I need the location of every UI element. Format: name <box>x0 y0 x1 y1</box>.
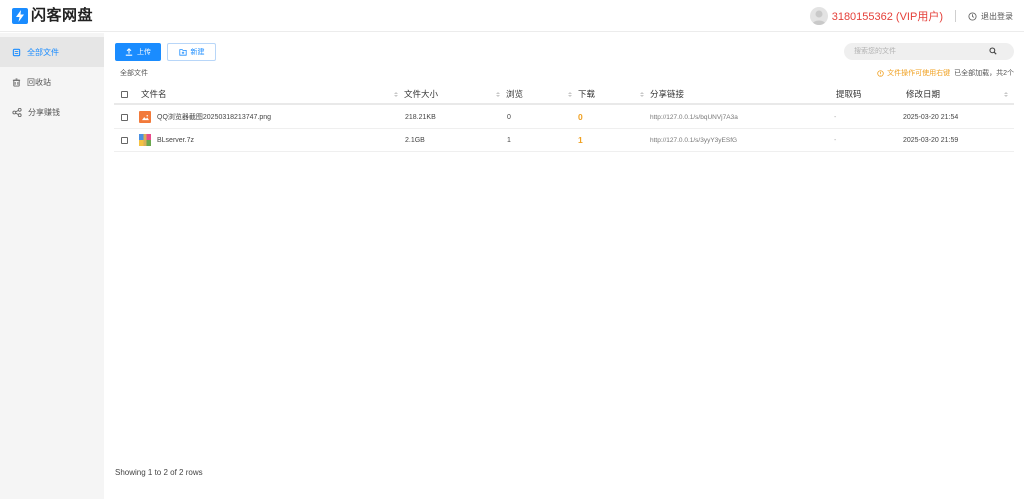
sidebar-item-share-earn[interactable]: 分享赚钱 <box>0 97 104 127</box>
user-area: 3180155362 (VIP用户) 退出登录 <box>809 0 1024 32</box>
sidebar-item-recycle-bin[interactable]: 回收站 <box>0 67 104 97</box>
sidebar: 全部文件 回收站 分享赚钱 <box>0 33 104 499</box>
table-row[interactable]: QQ浏览器截图20250318213747.png 218.21KB 0 0 h… <box>114 106 1014 129</box>
new-label: 新建 <box>190 49 205 56</box>
pagination-info: Showing 1 to 2 of 2 rows <box>115 468 203 477</box>
top-header: 闪客网盘 3180155362 (VIP用户) 退出登录 <box>0 0 1024 32</box>
user-name[interactable]: 3180155362 (VIP用户) <box>832 8 943 24</box>
logout-button[interactable]: 退出登录 <box>968 11 1013 22</box>
column-header-downloads[interactable]: 下载 <box>568 85 595 103</box>
file-name-cell[interactable]: QQ浏览器截图20250318213747.png <box>139 106 271 128</box>
new-folder-icon <box>178 49 187 56</box>
sidebar-item-label: 全部文件 <box>27 47 59 57</box>
archive-file-icon <box>139 134 151 146</box>
power-icon <box>968 11 977 21</box>
logout-label: 退出登录 <box>981 11 1013 21</box>
folder-icon <box>12 48 21 56</box>
trash-icon <box>12 77 21 87</box>
logo[interactable]: 闪客网盘 <box>12 7 93 25</box>
upload-label: 上传 <box>137 49 151 56</box>
table-header: 文件名 文件大小 浏览 下载 分享链接 提取码 修改日期 <box>114 85 1014 105</box>
modified-date-cell: 2025-03-20 21:54 <box>903 113 959 121</box>
share-link[interactable]: http://127.0.0.1/s/bqUNVj7A3a <box>650 106 738 128</box>
sort-icon <box>496 91 500 97</box>
select-all-checkbox[interactable] <box>121 85 128 103</box>
views-cell: 1 <box>507 136 511 144</box>
app-name: 闪客网盘 <box>31 7 94 24</box>
load-status: 文件操作可使用右键 已全部加载，共2个 <box>877 68 1014 78</box>
sort-icon <box>568 91 572 97</box>
upload-icon <box>125 48 133 56</box>
row-checkbox[interactable] <box>121 129 128 151</box>
extract-code-cell: - <box>834 136 837 144</box>
sort-icon <box>640 91 644 97</box>
avatar[interactable] <box>809 7 828 25</box>
sidebar-item-label: 回收站 <box>27 77 51 87</box>
image-file-icon <box>139 111 151 123</box>
lightning-logo-icon <box>12 8 28 24</box>
sidebar-item-label: 分享赚钱 <box>28 107 60 117</box>
column-header-views[interactable]: 浏览 <box>496 85 523 103</box>
main-content: 上传 新建 全部文件 文件操作可使用右键 已全部加载，共2个 <box>104 33 1024 499</box>
table-row[interactable]: BLserver.7z 2.1GB 1 1 http://127.0.0.1/s… <box>114 129 1014 152</box>
info-icon <box>877 69 884 77</box>
loaded-count: 已全部加载，共2个 <box>954 70 1014 77</box>
file-size-cell: 2.1GB <box>405 136 425 144</box>
modified-date-cell: 2025-03-20 21:59 <box>903 136 959 144</box>
file-name-cell[interactable]: BLserver.7z <box>139 129 194 151</box>
downloads-cell: 0 <box>578 112 583 122</box>
downloads-cell: 1 <box>578 135 583 145</box>
upload-button[interactable]: 上传 <box>115 43 161 61</box>
new-folder-button[interactable]: 新建 <box>167 43 216 61</box>
sort-icon <box>394 91 398 97</box>
header-divider <box>955 10 956 22</box>
sidebar-item-all-files[interactable]: 全部文件 <box>0 37 104 67</box>
extract-code-cell: - <box>834 113 837 121</box>
column-header-code[interactable]: 提取码 <box>836 85 862 103</box>
row-checkbox[interactable] <box>121 106 128 128</box>
sort-icon[interactable] <box>1004 85 1014 103</box>
right-click-tip: 文件操作可使用右键 <box>887 70 951 77</box>
file-size-cell: 218.21KB <box>405 113 436 121</box>
column-header-name[interactable]: 文件名 <box>141 85 167 103</box>
column-header-date[interactable]: 修改日期 <box>906 85 940 103</box>
column-header-link[interactable]: 分享链接 <box>640 85 684 103</box>
search-icon[interactable] <box>989 47 997 55</box>
views-cell: 0 <box>507 113 511 121</box>
breadcrumb[interactable]: 全部文件 <box>120 68 148 78</box>
app-root: 闪客网盘 3180155362 (VIP用户) 退出登录 全部文件 回收站 分享… <box>0 0 1024 499</box>
column-header-size[interactable]: 文件大小 <box>394 85 438 103</box>
share-icon <box>12 107 22 117</box>
share-link[interactable]: http://127.0.0.1/s/3yyY3yESfG <box>650 129 737 151</box>
